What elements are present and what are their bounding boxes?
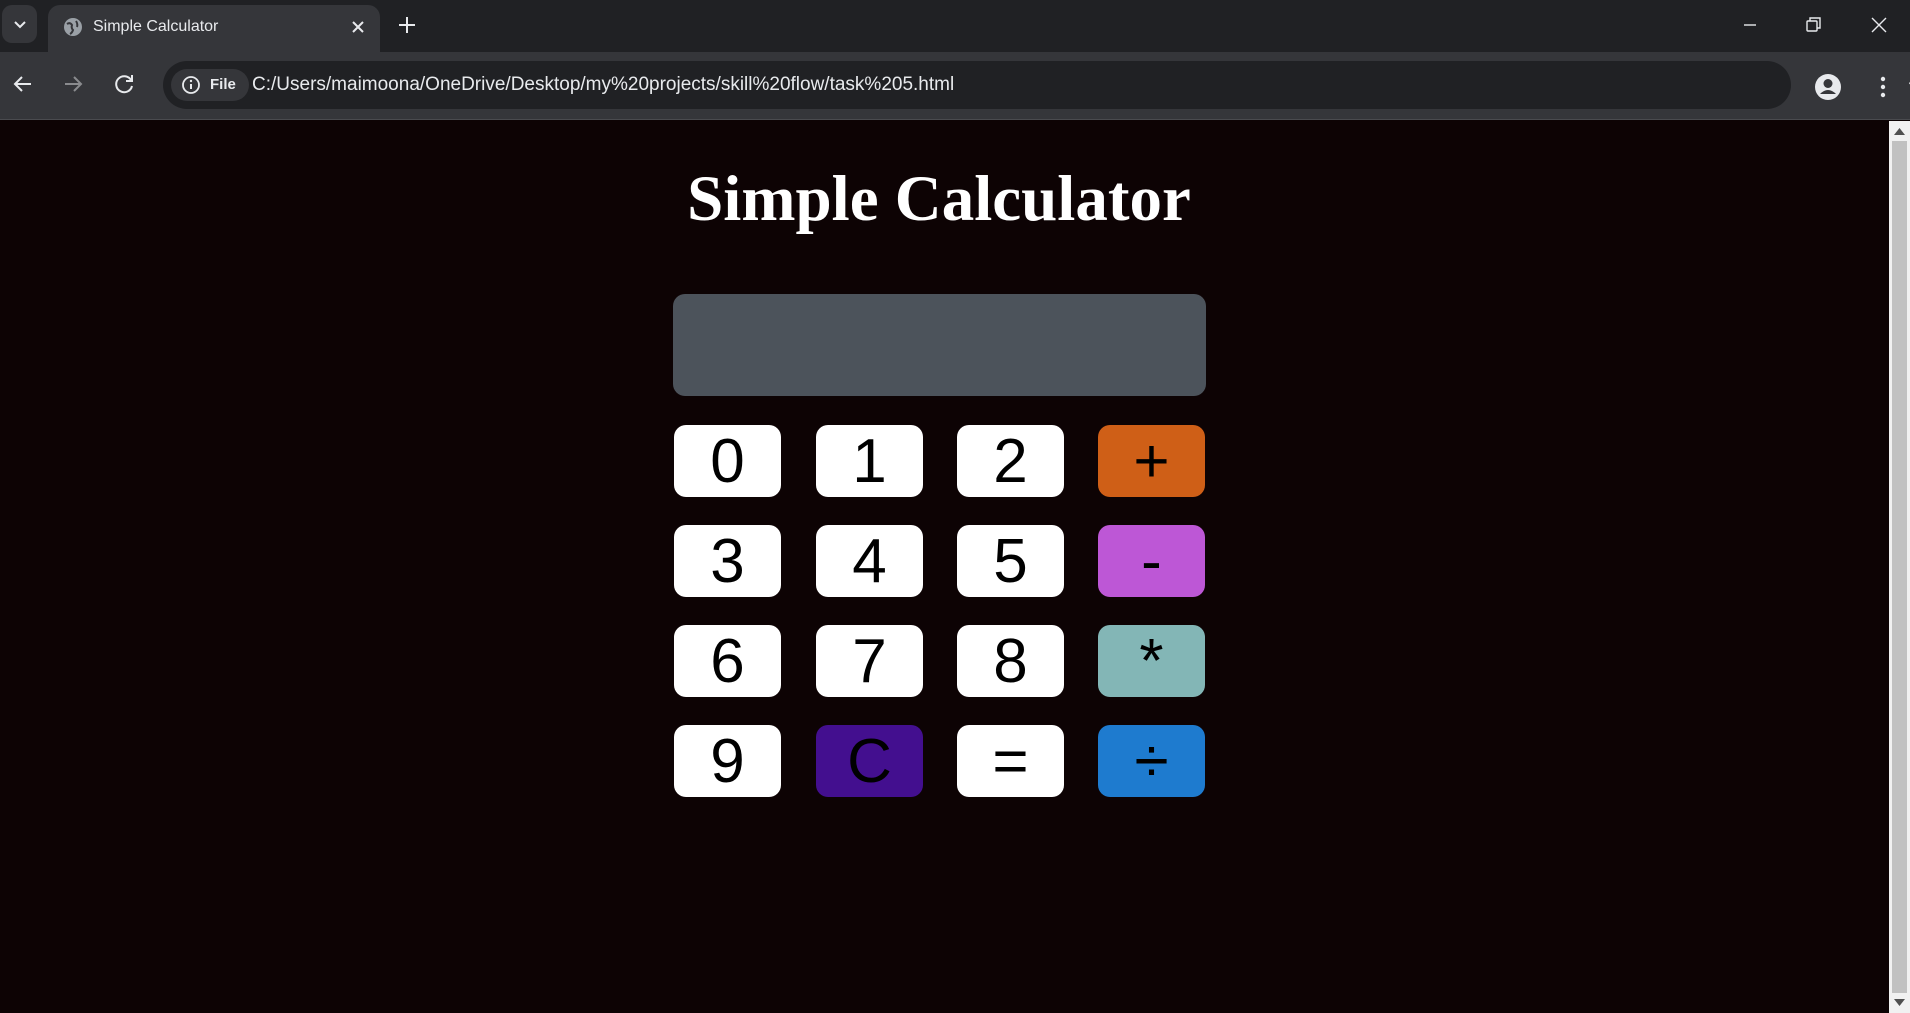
calc-key-digit-4-button[interactable]: 4 [816, 525, 923, 597]
calc-key-digit-7-button[interactable]: 7 [816, 625, 923, 697]
address-bar[interactable]: File C:/Users/maimoona/OneDrive/Desktop/… [163, 61, 1910, 109]
calc-key-equals-button[interactable]: = [957, 725, 1064, 797]
scrollbar-thumb[interactable] [1892, 141, 1907, 993]
calc-key-digit-9-button[interactable]: 9 [674, 725, 781, 797]
calc-key-clear-button[interactable]: C [816, 725, 923, 797]
calc-key-divide-button[interactable]: ÷ [1098, 725, 1205, 797]
site-info-chip[interactable]: File [171, 69, 249, 101]
forward-arrow-icon[interactable] [58, 69, 88, 99]
calc-key-digit-1-button[interactable]: 1 [816, 425, 923, 497]
security-chip-label: File [210, 76, 236, 93]
browser-toolbar: File C:/Users/maimoona/OneDrive/Desktop/… [0, 52, 1910, 120]
vertical-scrollbar[interactable] [1889, 121, 1910, 1013]
restore-icon[interactable] [1798, 10, 1828, 40]
calc-key-digit-8-button[interactable]: 8 [957, 625, 1064, 697]
calc-key-digit-2-button[interactable]: 2 [957, 425, 1064, 497]
calc-key-digit-0-button[interactable]: 0 [674, 425, 781, 497]
calc-key-digit-3-button[interactable]: 3 [674, 525, 781, 597]
window-close-icon[interactable] [1864, 10, 1894, 40]
calc-key-minus-button[interactable]: - [1098, 525, 1205, 597]
plus-icon[interactable] [394, 12, 420, 38]
calc-key-digit-5-button[interactable]: 5 [957, 525, 1064, 597]
star-icon[interactable] [1906, 72, 1910, 100]
calc-key-plus-button[interactable]: + [1098, 425, 1205, 497]
calc-key-multiply-button[interactable]: * [1098, 625, 1205, 697]
info-icon [182, 76, 200, 94]
close-icon[interactable] [348, 17, 368, 37]
kebab-menu-icon[interactable] [1868, 72, 1898, 102]
scroll-up-arrow-icon[interactable] [1894, 127, 1905, 135]
minimize-icon[interactable] [1735, 10, 1765, 40]
scroll-down-arrow-icon[interactable] [1894, 999, 1905, 1007]
globe-icon [64, 18, 82, 36]
calculator-display [673, 294, 1206, 396]
url-text[interactable]: C:/Users/maimoona/OneDrive/Desktop/my%20… [252, 74, 954, 96]
calc-key-digit-6-button[interactable]: 6 [674, 625, 781, 697]
profile-icon[interactable] [1813, 72, 1843, 102]
back-arrow-icon[interactable] [8, 69, 38, 99]
active-tab[interactable]: Simple Calculator [48, 5, 380, 52]
reload-icon[interactable] [110, 69, 140, 99]
chevron-down-icon [13, 21, 26, 29]
page-title: Simple Calculator [687, 163, 1191, 235]
tab-title: Simple Calculator [93, 18, 219, 35]
page-content: Simple Calculator 0 1 2 +3 4 5- 6 7 8 * 9 C = ÷ [0, 121, 1889, 1013]
tab-strip: Simple Calculator [0, 0, 1910, 52]
tab-search-button[interactable] [2, 5, 37, 43]
